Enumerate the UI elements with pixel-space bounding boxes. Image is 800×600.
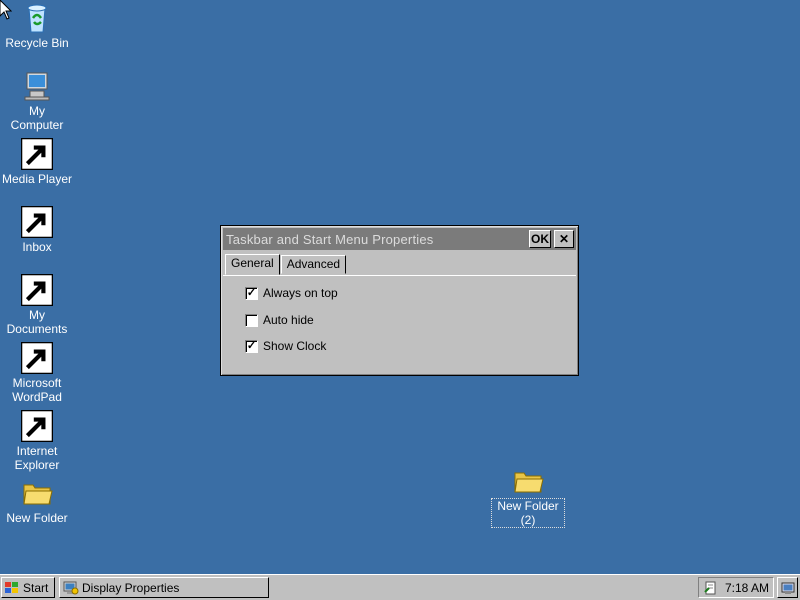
desktop-icon-label: Recycle Bin bbox=[5, 36, 69, 50]
shortcut-arrow-icon bbox=[21, 206, 53, 238]
option-label: Show Clock bbox=[263, 339, 327, 353]
tab-general[interactable]: General bbox=[225, 254, 280, 275]
desktop-icon-inbox[interactable]: Inbox bbox=[1, 206, 73, 254]
desktop-toggle-button[interactable] bbox=[777, 577, 798, 598]
display-properties-icon bbox=[63, 581, 79, 594]
inbox-icon bbox=[21, 206, 53, 238]
option-label: Auto hide bbox=[263, 313, 314, 327]
media-player-icon bbox=[21, 138, 53, 170]
close-button[interactable]: ✕ bbox=[554, 230, 574, 248]
clock[interactable]: 7:18 AM bbox=[725, 581, 769, 595]
internet-explorer-icon: e bbox=[21, 410, 53, 442]
start-label: Start bbox=[23, 580, 49, 595]
task-label: Display Properties bbox=[82, 580, 180, 595]
check-icon: ✓ bbox=[246, 339, 257, 352]
desktop-icon-label: Microsoft WordPad bbox=[12, 376, 62, 404]
desktop-icon-wordpad[interactable]: W Microsoft WordPad bbox=[1, 342, 73, 404]
computer-icon bbox=[21, 70, 53, 102]
desktop-icon-label: My Documents bbox=[6, 308, 68, 336]
desktop-icon-label: New Folder bbox=[6, 511, 68, 525]
auto-hide-checkbox[interactable] bbox=[245, 313, 258, 327]
shortcut-arrow-icon bbox=[21, 342, 53, 374]
tab-panel-general: ✓ Always on top Auto hide ✓ Show Clock bbox=[223, 275, 576, 373]
desktop-icon-label: New Folder (2) bbox=[491, 498, 565, 528]
desktop-icon-my-documents[interactable]: My Documents bbox=[1, 274, 73, 336]
option-label: Always on top bbox=[263, 286, 338, 300]
tab-advanced[interactable]: Advanced bbox=[280, 255, 347, 274]
desktop-icon-label: Media Player bbox=[1, 172, 73, 186]
folder-icon bbox=[21, 477, 53, 509]
desktop-icon-new-folder[interactable]: New Folder bbox=[1, 477, 73, 525]
option-show-clock[interactable]: ✓ Show Clock bbox=[245, 339, 326, 353]
option-always-on-top[interactable]: ✓ Always on top bbox=[245, 286, 338, 300]
desktop-icon-recycle-bin[interactable]: Recycle Bin bbox=[1, 2, 73, 50]
wordpad-icon: W bbox=[21, 342, 53, 374]
desktop-icon-my-computer[interactable]: My Computer bbox=[1, 70, 73, 132]
dialog-titlebar[interactable]: Taskbar and Start Menu Properties OK ✕ bbox=[223, 228, 576, 250]
desktop-icon-label: Internet Explorer bbox=[14, 444, 60, 472]
folder-icon bbox=[21, 274, 53, 306]
taskbar-item-display-properties[interactable]: Display Properties bbox=[59, 577, 269, 598]
ok-button[interactable]: OK bbox=[529, 230, 551, 248]
taskbar-properties-dialog: Taskbar and Start Menu Properties OK ✕ G… bbox=[220, 225, 579, 376]
folder-icon bbox=[512, 465, 544, 497]
dialog-tabs: General Advanced bbox=[225, 254, 347, 275]
dialog-title: Taskbar and Start Menu Properties bbox=[226, 231, 434, 247]
desktop-icon bbox=[781, 582, 794, 594]
start-button[interactable]: Start bbox=[1, 577, 55, 598]
option-auto-hide[interactable]: Auto hide bbox=[245, 313, 314, 327]
windows-logo-icon bbox=[5, 581, 18, 593]
system-tray: 7:18 AM bbox=[698, 577, 774, 598]
show-clock-checkbox[interactable]: ✓ bbox=[245, 339, 258, 353]
tray-network-icon[interactable] bbox=[703, 580, 719, 596]
check-icon: ✓ bbox=[246, 286, 257, 299]
shortcut-arrow-icon bbox=[21, 410, 53, 442]
desktop-icon-label: My Computer bbox=[10, 104, 64, 132]
desktop-icon-internet-explorer[interactable]: e Internet Explorer bbox=[1, 410, 73, 472]
desktop-icon-label: Inbox bbox=[22, 240, 52, 254]
desktop-icon-media-player[interactable]: Media Player bbox=[1, 138, 73, 186]
desktop-icon-new-folder-2[interactable]: New Folder (2) bbox=[491, 465, 565, 528]
shortcut-arrow-icon bbox=[21, 274, 53, 306]
taskbar: Start Display Properties 7:18 AM bbox=[0, 574, 800, 600]
close-icon: ✕ bbox=[558, 232, 570, 246]
shortcut-arrow-icon bbox=[21, 138, 53, 170]
recycle-bin-icon bbox=[21, 2, 53, 34]
always-on-top-checkbox[interactable]: ✓ bbox=[245, 286, 258, 300]
